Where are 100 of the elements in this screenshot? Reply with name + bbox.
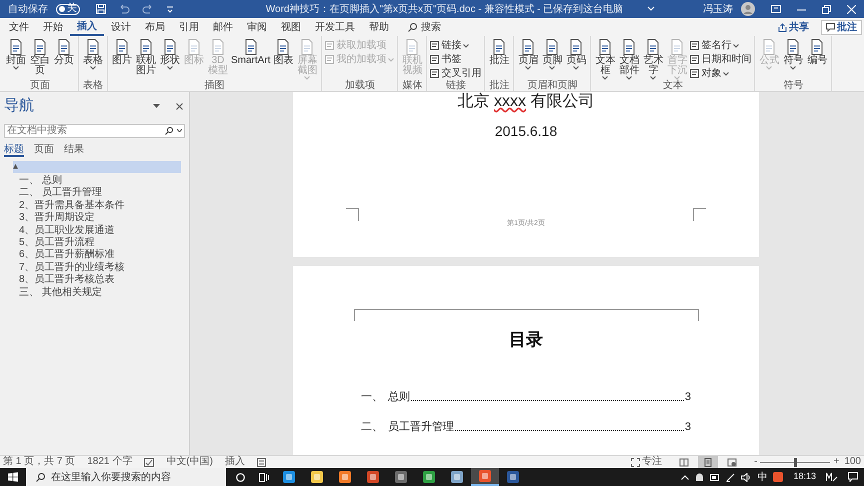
macro-icon[interactable] bbox=[256, 458, 266, 466]
heading-item[interactable]: 一、 总则 bbox=[4, 174, 185, 188]
ribbon-button[interactable]: 表格 bbox=[81, 39, 105, 70]
ribbon-button[interactable]: 联机图片 bbox=[134, 39, 158, 76]
ribbon-button[interactable]: 签名行 bbox=[690, 39, 752, 52]
zoom-level[interactable]: 100 bbox=[844, 456, 861, 468]
ribbon-button[interactable]: 文档部件 bbox=[617, 39, 642, 80]
read-view-icon bbox=[679, 458, 690, 466]
zoom-in-button[interactable]: + bbox=[833, 457, 840, 467]
page-icon bbox=[430, 55, 440, 64]
heading-item[interactable]: ▴ bbox=[13, 160, 181, 173]
user-avatar-icon[interactable] bbox=[741, 2, 755, 16]
heading-item[interactable]: 8、员工晋升考核总表 bbox=[4, 274, 185, 286]
focus-button[interactable]: 专注 bbox=[631, 456, 662, 468]
insert-mode-status[interactable]: 插入 bbox=[224, 456, 245, 468]
ribbon-button[interactable]: 文本框 bbox=[593, 39, 618, 80]
ribbon-button[interactable]: 链接 bbox=[430, 39, 482, 52]
word-count[interactable]: 1821 个字 bbox=[87, 456, 132, 468]
share-button[interactable]: 共享 bbox=[774, 20, 813, 34]
search-icon[interactable] bbox=[165, 126, 173, 134]
restore-icon[interactable] bbox=[822, 4, 831, 14]
ribbon-button[interactable]: 空白页 bbox=[28, 39, 52, 76]
caret-icon bbox=[573, 66, 580, 70]
ribbon-tab[interactable]: 审阅 bbox=[240, 18, 274, 36]
view-button[interactable] bbox=[698, 456, 718, 468]
ribbon-button[interactable]: 封面 bbox=[4, 39, 28, 70]
heading-item[interactable]: 二、 员工晋升管理 bbox=[4, 187, 185, 200]
ribbon-tab[interactable]: 设计 bbox=[104, 18, 138, 36]
language-status[interactable]: 中文(中国) bbox=[166, 456, 213, 468]
undo-icon[interactable] bbox=[118, 4, 130, 14]
save-icon[interactable] bbox=[96, 4, 106, 14]
ribbon-tab[interactable]: 帮助 bbox=[362, 18, 396, 36]
ribbon-button[interactable]: 形状 bbox=[158, 39, 182, 70]
heading-item[interactable]: 6、员工晋升薪酬标准 bbox=[4, 249, 185, 262]
notification-icon[interactable] bbox=[848, 472, 858, 482]
ribbon-button[interactable]: SmartArt bbox=[230, 39, 272, 66]
caret-icon[interactable] bbox=[177, 129, 182, 132]
ribbon-button[interactable]: 符号 bbox=[781, 39, 806, 70]
ribbon-tab[interactable]: 邮件 bbox=[206, 18, 240, 36]
ribbon-button[interactable]: 编号 bbox=[805, 39, 830, 66]
app-square-icon[interactable] bbox=[773, 472, 784, 482]
close-icon[interactable] bbox=[176, 102, 183, 110]
ribbon-button[interactable]: 页眉 bbox=[516, 39, 540, 70]
print-view-icon bbox=[703, 458, 714, 466]
ribbon-button[interactable]: 对象 bbox=[690, 67, 752, 80]
pane-tab[interactable]: 结果 bbox=[64, 142, 84, 156]
taskbar-search-field[interactable]: 在这里输入你要搜索的内容 bbox=[26, 468, 226, 486]
battery-icon[interactable] bbox=[710, 474, 720, 480]
pane-tab[interactable]: 标题 bbox=[4, 142, 24, 156]
dropdown-icon[interactable] bbox=[153, 104, 160, 109]
ribbon-tab[interactable]: 开始 bbox=[36, 18, 70, 36]
ribbon-button[interactable]: 批注 bbox=[487, 39, 512, 66]
ribbon-tab[interactable]: 视图 bbox=[274, 18, 308, 36]
ribbon-button[interactable]: 图片 bbox=[110, 39, 134, 66]
ribbon-tab[interactable]: 开发工具 bbox=[308, 18, 362, 36]
heading-item[interactable]: 三、 其他相关规定 bbox=[4, 286, 185, 299]
volume-icon[interactable] bbox=[741, 472, 752, 482]
ink-workspace-icon[interactable] bbox=[826, 472, 838, 482]
heading-item[interactable]: 7、员工晋升的业绩考核 bbox=[4, 262, 185, 274]
task-view-icon[interactable] bbox=[259, 472, 269, 482]
cortana-circle-icon[interactable] bbox=[236, 472, 245, 482]
input-method-indicator[interactable]: 中 bbox=[757, 470, 768, 484]
ribbon-tab[interactable]: 文件 bbox=[2, 18, 36, 36]
search-field[interactable]: 在文档中搜索 bbox=[4, 124, 185, 138]
tell-me-field[interactable]: 搜索 bbox=[421, 20, 441, 34]
ribbon-button[interactable]: 书签 bbox=[430, 53, 482, 66]
zoom-out-button[interactable]: - bbox=[754, 457, 758, 467]
ribbon-display-icon[interactable] bbox=[771, 5, 781, 13]
ribbon-button[interactable]: 页脚 bbox=[540, 39, 564, 70]
comments-button[interactable]: 批注 bbox=[821, 20, 862, 34]
focus-icon bbox=[631, 458, 640, 466]
customize-icon[interactable] bbox=[166, 5, 174, 13]
search-icon bbox=[36, 472, 45, 482]
proofing-icon[interactable] bbox=[144, 458, 154, 466]
heading-item[interactable]: 3、晋升周期设定 bbox=[4, 212, 185, 224]
ribbon-button[interactable]: 日期和时间 bbox=[690, 53, 752, 66]
toc-title: 员工晋升管理 bbox=[388, 420, 454, 434]
cloud-icon[interactable] bbox=[695, 472, 704, 482]
pane-tab[interactable]: 页面 bbox=[34, 142, 54, 156]
heading-item[interactable]: 4、员工职业发展通道 bbox=[4, 224, 185, 237]
ribbon-button[interactable]: 页码 bbox=[564, 39, 588, 70]
page-icon bbox=[186, 39, 202, 55]
tray-chevron-icon[interactable] bbox=[681, 474, 690, 480]
ribbon-button[interactable]: 艺术字 bbox=[641, 39, 666, 80]
heading-item[interactable]: 2、晋升需具备基本条件 bbox=[4, 200, 185, 212]
start-icon[interactable] bbox=[8, 472, 18, 482]
page-count[interactable]: 第 1 页，共 7 页 bbox=[3, 456, 76, 468]
pen-icon[interactable] bbox=[726, 472, 736, 482]
heading-item[interactable]: 5、员工晋升流程 bbox=[4, 236, 185, 250]
caret-icon bbox=[90, 66, 96, 70]
ribbon-group-label: 媒体 bbox=[401, 80, 424, 91]
page-icon bbox=[138, 39, 154, 55]
clock-time[interactable]: 18:13 bbox=[793, 470, 816, 484]
ribbon-tab[interactable]: 布局 bbox=[138, 18, 172, 36]
ribbon-button[interactable]: 交叉引用 bbox=[430, 67, 482, 80]
ribbon-button[interactable]: 图表 bbox=[271, 39, 296, 66]
ribbon-tab[interactable]: 引用 bbox=[172, 18, 206, 36]
user-name: 冯玉涛 bbox=[703, 2, 733, 16]
redo-icon[interactable] bbox=[142, 4, 154, 14]
ribbon-button[interactable]: 分页 bbox=[52, 39, 76, 66]
